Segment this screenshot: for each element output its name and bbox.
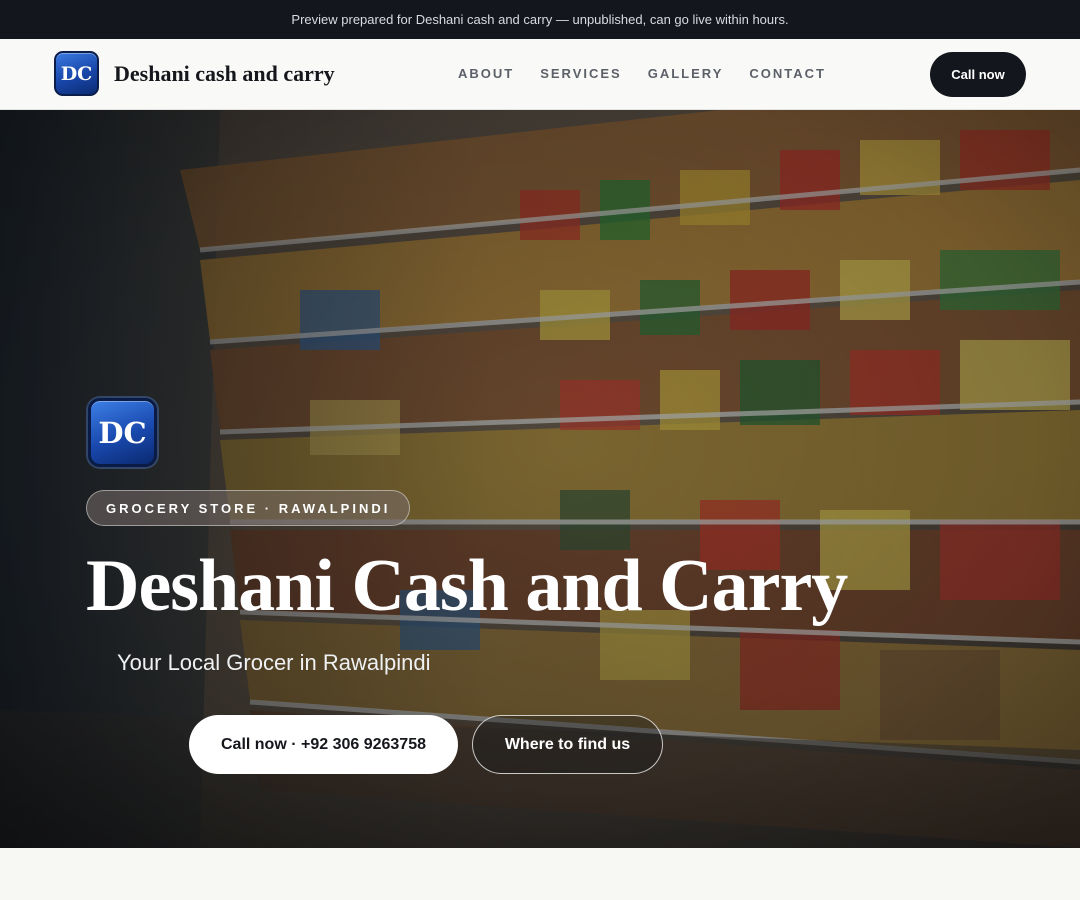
brand-logo-initials: DC: [60, 62, 93, 85]
brand-name: Deshani cash and carry: [114, 60, 335, 86]
main-nav: ABOUT SERVICES GALLERY CONTACT: [458, 66, 852, 81]
announcement-bar: Preview prepared for Deshani cash and ca…: [0, 0, 1080, 39]
hero-logo: DC: [88, 398, 157, 467]
nav-link-about[interactable]: ABOUT: [458, 66, 514, 81]
announcement-text: Preview prepared for Deshani cash and ca…: [291, 12, 789, 27]
hero-section: DC GROCERY STORE · RAWALPINDI Deshani Ca…: [0, 110, 1080, 848]
hero-title: Deshani Cash and Carry: [86, 545, 848, 627]
nav-link-services[interactable]: SERVICES: [540, 66, 622, 81]
hero-subtitle: Your Local Grocer in Rawalpindi: [117, 650, 431, 675]
nav-link-contact[interactable]: CONTACT: [749, 66, 826, 81]
brand-logo: DC: [54, 51, 99, 96]
header-call-button[interactable]: Call now: [930, 52, 1026, 97]
hero-logo-initials: DC: [98, 415, 147, 450]
brand[interactable]: DC Deshani cash and carry: [54, 51, 335, 96]
site-header: DC Deshani cash and carry ABOUT SERVICES…: [0, 39, 1080, 110]
hero-category-badge: GROCERY STORE · RAWALPINDI: [86, 490, 411, 526]
nav-link-gallery[interactable]: GALLERY: [648, 66, 724, 81]
find-us-button[interactable]: Where to find us: [472, 715, 663, 774]
call-now-button[interactable]: Call now · +92 306 9263758: [189, 715, 458, 774]
